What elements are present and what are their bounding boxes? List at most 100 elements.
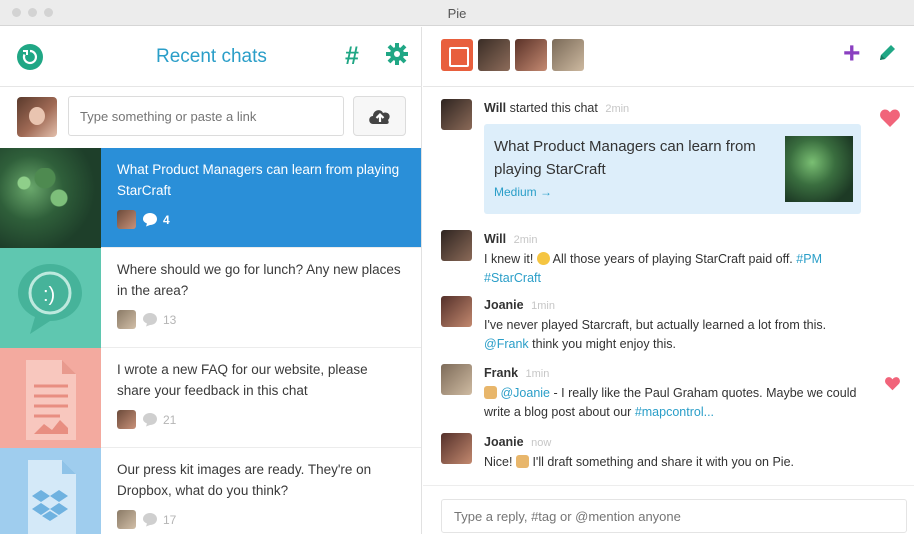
message: Will started this chat 2min What Product… (441, 99, 881, 219)
message-text: I'll draft something and share it with y… (532, 455, 795, 469)
comment-count: 21 (163, 413, 177, 427)
chat-preview: Our press kit images are ready. They're … (117, 462, 372, 498)
message-body: Joanie 1min I've never played Starcraft,… (484, 296, 864, 354)
smile-emoji-icon (536, 252, 550, 265)
author-name: Frank (484, 366, 519, 380)
comment-count: 4 (163, 213, 170, 227)
link-source[interactable]: Medium → (494, 185, 552, 199)
link-preview-card[interactable]: What Product Managers can learn from pla… (484, 124, 861, 214)
chat-preview: What Product Managers can learn from pla… (117, 162, 400, 198)
chat-preview: Where should we go for lunch? Any new pl… (117, 262, 401, 298)
message: Joanie now Nice! I'll draft something an… (441, 433, 881, 483)
hash-icon[interactable]: # (345, 42, 359, 71)
avatar (117, 310, 136, 329)
chat-thumbnail: :) (0, 248, 101, 348)
mention-link[interactable]: @Joanie (500, 386, 550, 400)
hashtag-link[interactable]: #PM (796, 252, 822, 266)
plus-icon[interactable]: + (843, 39, 861, 69)
svg-text::): :) (43, 284, 55, 306)
divider (423, 485, 914, 486)
author-name: Joanie (484, 298, 524, 312)
back-icon (22, 49, 38, 65)
list-item[interactable]: :) Where should we go for lunch? Any new… (0, 248, 421, 348)
chat-thumbnail (0, 348, 101, 448)
timestamp: 1min (525, 368, 550, 380)
thumbs-up-emoji-icon (484, 386, 497, 399)
message-body: Joanie now Nice! I'll draft something an… (484, 433, 864, 472)
comment-icon (143, 313, 157, 327)
recent-chats-header: Recent chats # (0, 27, 422, 87)
smiley-bubble-icon: :) (18, 264, 82, 334)
participant-avatar[interactable] (515, 39, 547, 71)
chat-thumbnail (0, 148, 101, 248)
pencil-icon[interactable] (876, 42, 898, 64)
message-body: Frank 1min @Joanie - I really like the P… (484, 364, 864, 422)
reply-input[interactable] (441, 499, 907, 533)
dropbox-file-icon (28, 460, 76, 534)
message-text: Nice! (484, 455, 513, 469)
avatar (117, 410, 136, 429)
comment-icon (143, 213, 157, 227)
message-text: I knew it! (484, 252, 534, 266)
message-text: think you might enjoy this. (532, 337, 676, 351)
message-body: Will 2min I knew it! All those years of … (484, 230, 864, 288)
participant-avatar[interactable] (478, 39, 510, 71)
author-name: Will (484, 232, 507, 246)
panel-title: Recent chats (156, 46, 267, 67)
message-body: Will started this chat 2min (484, 99, 864, 119)
hand-emoji-icon (515, 455, 529, 468)
title-bar: Pie (0, 0, 914, 26)
hashtag-link[interactable]: #StarCraft (484, 271, 541, 285)
chat-thumbnail (0, 448, 101, 534)
avatar (441, 364, 472, 395)
chat-panel: + Will started this chat 2min What Produ… (423, 27, 914, 534)
mention-link[interactable]: @Frank (484, 337, 529, 351)
comment-icon (143, 413, 157, 427)
timestamp: 2min (605, 103, 630, 115)
timestamp: 1min (531, 300, 555, 312)
participant-avatar[interactable] (552, 39, 584, 71)
heart-icon[interactable] (884, 376, 901, 391)
gear-icon[interactable] (385, 42, 409, 66)
back-button[interactable] (17, 44, 43, 70)
comment-count: 13 (163, 313, 177, 327)
comment-icon (143, 513, 157, 527)
document-icon (26, 360, 76, 440)
avatar (441, 230, 472, 261)
message-text: All those years of playing StarCraft pai… (552, 252, 793, 266)
list-item[interactable]: What Product Managers can learn from pla… (0, 148, 421, 248)
pie-logo[interactable] (441, 39, 473, 71)
chat-header: + (423, 27, 914, 87)
avatar (117, 510, 136, 529)
hashtag-link[interactable]: #mapcontrol... (635, 405, 714, 419)
timestamp: now (531, 437, 552, 449)
author-name: Will (484, 101, 507, 115)
chat-list: What Product Managers can learn from pla… (0, 148, 422, 534)
avatar (441, 433, 472, 464)
message-thread: Will started this chat 2min What Product… (423, 88, 914, 483)
comment-count: 17 (163, 513, 177, 527)
chat-preview: I wrote a new FAQ for our website, pleas… (117, 362, 368, 398)
author-name: Joanie (484, 435, 524, 449)
window-title: Pie (447, 6, 467, 21)
cloud-upload-icon (369, 110, 390, 124)
link-input[interactable] (68, 96, 344, 136)
avatar (441, 99, 472, 130)
list-item[interactable]: I wrote a new FAQ for our website, pleas… (0, 348, 421, 448)
upload-button[interactable] (353, 96, 406, 136)
link-thumbnail (785, 136, 853, 202)
avatar (117, 210, 136, 229)
message: Joanie 1min I've never played Starcraft,… (441, 296, 881, 351)
message-text: I've never played Starcraft, but actuall… (484, 318, 827, 332)
avatar (17, 97, 57, 137)
link-title: What Product Managers can learn from pla… (494, 138, 756, 178)
message-text: started this chat (509, 101, 598, 115)
message: Will 2min I knew it! All those years of … (441, 230, 881, 285)
list-item[interactable]: Our press kit images are ready. They're … (0, 448, 421, 534)
heart-icon[interactable] (879, 108, 901, 128)
timestamp: 2min (513, 234, 538, 246)
compose-bar (0, 88, 422, 148)
avatar (441, 296, 472, 327)
recent-chats-panel: Recent chats # What Product Manag (0, 27, 422, 534)
message: Frank 1min @Joanie - I really like the P… (441, 364, 881, 419)
